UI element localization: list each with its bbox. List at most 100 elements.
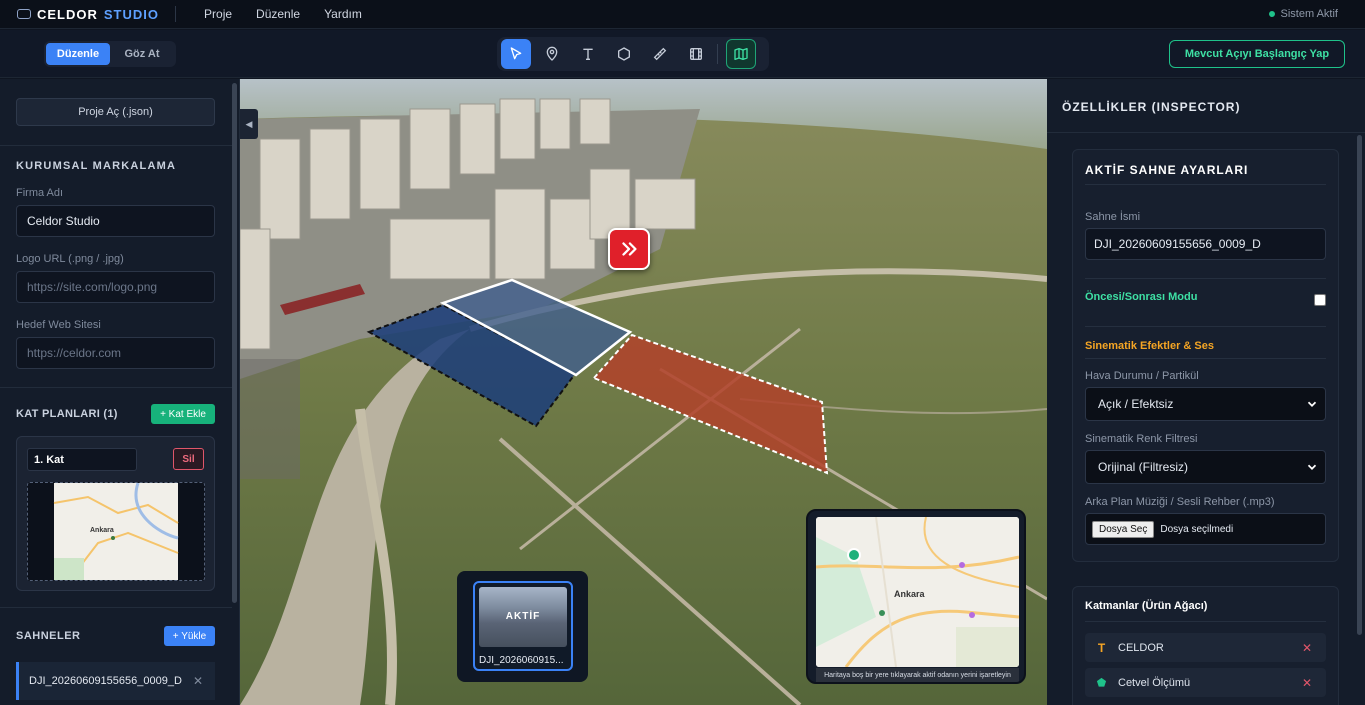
- scene-strip: AKTİF DJI_2026060915...: [457, 571, 588, 682]
- scene-name-label: Sahne İsmi: [1085, 211, 1141, 223]
- floor-plan-map: Ankara: [53, 483, 179, 580]
- left-scrollbar[interactable]: [232, 83, 237, 603]
- delete-layer-icon[interactable]: ✕: [1302, 676, 1312, 690]
- map-pin-icon: [546, 46, 558, 61]
- camera-icon: [17, 9, 31, 19]
- effects-title: Sinematik Efektler & Ses: [1085, 340, 1215, 352]
- color-filter-label: Sinematik Renk Filtresi: [1085, 433, 1198, 445]
- logo-url-label: Logo URL (.png / .jpg): [16, 253, 124, 265]
- menu-proje[interactable]: Proje: [204, 7, 232, 21]
- collapse-left-panel-button[interactable]: ◀: [240, 109, 258, 139]
- layer-item[interactable]: Cetvel Ölçümü ✕: [1085, 668, 1326, 697]
- menu-yardim[interactable]: Yardım: [324, 7, 362, 21]
- menu-duzenle[interactable]: Düzenle: [256, 7, 300, 21]
- text-icon: T: [1097, 640, 1106, 655]
- chevrons-right-icon: [622, 242, 637, 256]
- weather-select[interactable]: Açık / Efektsiz: [1085, 387, 1326, 421]
- audio-file-input[interactable]: Dosya Seç Dosya seçilmedi: [1085, 513, 1326, 545]
- close-icon[interactable]: ✕: [193, 674, 203, 688]
- layer-label: CELDOR: [1118, 641, 1164, 654]
- weather-label: Hava Durumu / Partikül: [1085, 370, 1199, 382]
- branding-title: KURUMSAL MARKALAMA: [16, 160, 177, 172]
- minimap-city-label: Ankara: [894, 589, 926, 599]
- scene-settings-card: AKTİF SAHNE AYARLARI Sahne İsmi DJI_2026…: [1072, 149, 1339, 562]
- layer-label: Cetvel Ölçümü: [1118, 676, 1191, 689]
- divider: [0, 607, 232, 608]
- company-input[interactable]: Celdor Studio: [16, 205, 215, 237]
- map-icon: [734, 48, 748, 60]
- toolbar: Düzenle Göz At Mevcut Açıyı Başlangıç Ya…: [0, 30, 1365, 78]
- menu-bar: Proje Düzenle Yardım: [204, 7, 362, 21]
- add-floor-button[interactable]: + Kat Ekle: [151, 404, 215, 424]
- company-label: Firma Adı: [16, 187, 64, 199]
- scene-name-input[interactable]: DJI_20260609155656_0009_D: [1085, 228, 1326, 260]
- inspector-panel: ÖZELLİKLER (INSPECTOR) AKTİF SAHNE AYARL…: [1047, 79, 1365, 705]
- chevron-down-icon: [1307, 464, 1317, 470]
- layer-item[interactable]: T CELDOR ✕: [1085, 633, 1326, 662]
- open-project-button[interactable]: Proje Aç (.json): [16, 98, 215, 126]
- text-tool[interactable]: [573, 39, 603, 69]
- brand-name: CELDOR: [37, 6, 98, 22]
- layers-card: Katmanlar (Ürün Ağacı) T CELDOR ✕ Cetvel…: [1072, 586, 1339, 705]
- upload-scene-button[interactable]: + Yükle: [164, 626, 215, 646]
- tool-group: [497, 37, 769, 71]
- choose-file-button[interactable]: Dosya Seç: [1092, 520, 1155, 538]
- map-tool[interactable]: [726, 39, 756, 69]
- active-scene-thumbnail[interactable]: AKTİF DJI_2026060915...: [473, 581, 573, 671]
- status-text: Sistem Aktif: [1280, 8, 1338, 20]
- text-icon: [583, 48, 593, 60]
- film-icon: [690, 48, 702, 60]
- delete-layer-icon[interactable]: ✕: [1302, 641, 1312, 655]
- file-status: Dosya seçilmedi: [1160, 523, 1234, 535]
- top-bar: CELDOR STUDIO Proje Düzenle Yardım Siste…: [0, 0, 1365, 29]
- status-dot-icon: [1268, 11, 1275, 17]
- select-tool[interactable]: [501, 39, 531, 69]
- minimap-graphic: Ankara: [816, 517, 1019, 667]
- floor-plan-thumbnail[interactable]: Ankara: [27, 482, 205, 581]
- right-scrollbar[interactable]: [1357, 135, 1362, 635]
- weather-value: Açık / Efektsiz: [1098, 397, 1174, 411]
- before-after-checkbox[interactable]: [1314, 294, 1326, 306]
- set-start-view-button[interactable]: Mevcut Açıyı Başlangıç Yap: [1169, 40, 1345, 68]
- before-after-label: Öncesi/Sonrası Modu: [1085, 291, 1198, 303]
- scenes-title: SAHNELER: [16, 630, 81, 642]
- cursor-icon: [510, 47, 522, 60]
- scene-hotspot-button[interactable]: [608, 228, 650, 270]
- panorama-viewport[interactable]: ◀ AKTİF DJI_2026060915... Ankara Haritay…: [240, 79, 1047, 705]
- brand-logo: CELDOR STUDIO: [17, 7, 159, 22]
- minimap-map[interactable]: Ankara: [816, 517, 1019, 667]
- ruler-tool[interactable]: [645, 39, 675, 69]
- website-input[interactable]: https://celdor.com: [16, 337, 215, 369]
- scene-item-name: DJI_20260609155656_0009_D: [29, 675, 182, 687]
- minimap-hint: Haritaya boş bir yere tıklayarak aktif o…: [816, 668, 1019, 682]
- pin-tool[interactable]: [537, 39, 567, 69]
- polygon-tool[interactable]: [609, 39, 639, 69]
- floor-card: 1. Kat Sil Ankara: [16, 436, 215, 591]
- scene-thumb-caption: DJI_2026060915...: [479, 655, 564, 666]
- mode-browse-button[interactable]: Göz At: [110, 43, 174, 65]
- audio-label: Arka Plan Müziği / Sesli Rehber (.mp3): [1085, 496, 1275, 508]
- mode-edit-button[interactable]: Düzenle: [46, 43, 110, 65]
- chevron-down-icon: [1307, 401, 1317, 407]
- floor-plan-city-label: Ankara: [90, 527, 114, 534]
- scene-list-item[interactable]: DJI_20260609155656_0009_D ✕: [16, 662, 215, 700]
- divider: [1085, 621, 1326, 622]
- tool-divider: [717, 44, 718, 64]
- pentagon-icon: [1085, 677, 1118, 688]
- divider: [1085, 326, 1326, 327]
- layers-title: Katmanlar (Ürün Ağacı): [1085, 600, 1208, 612]
- color-filter-select[interactable]: Orijinal (Filtresiz): [1085, 450, 1326, 484]
- floor-name-input[interactable]: 1. Kat: [27, 448, 137, 471]
- divider: [1085, 358, 1326, 359]
- system-status: Sistem Aktif: [1268, 8, 1338, 20]
- color-filter-value: Orijinal (Filtresiz): [1098, 460, 1188, 474]
- film-tool[interactable]: [681, 39, 711, 69]
- active-badge: AKTİF: [505, 611, 541, 622]
- divider: [1085, 278, 1326, 279]
- delete-floor-button[interactable]: Sil: [173, 448, 204, 470]
- mode-toggle: Düzenle Göz At: [44, 41, 176, 67]
- logo-url-input[interactable]: https://site.com/logo.png: [16, 271, 215, 303]
- website-label: Hedef Web Sitesi: [16, 319, 101, 331]
- polygon-icon: [618, 47, 630, 61]
- divider: [0, 387, 232, 388]
